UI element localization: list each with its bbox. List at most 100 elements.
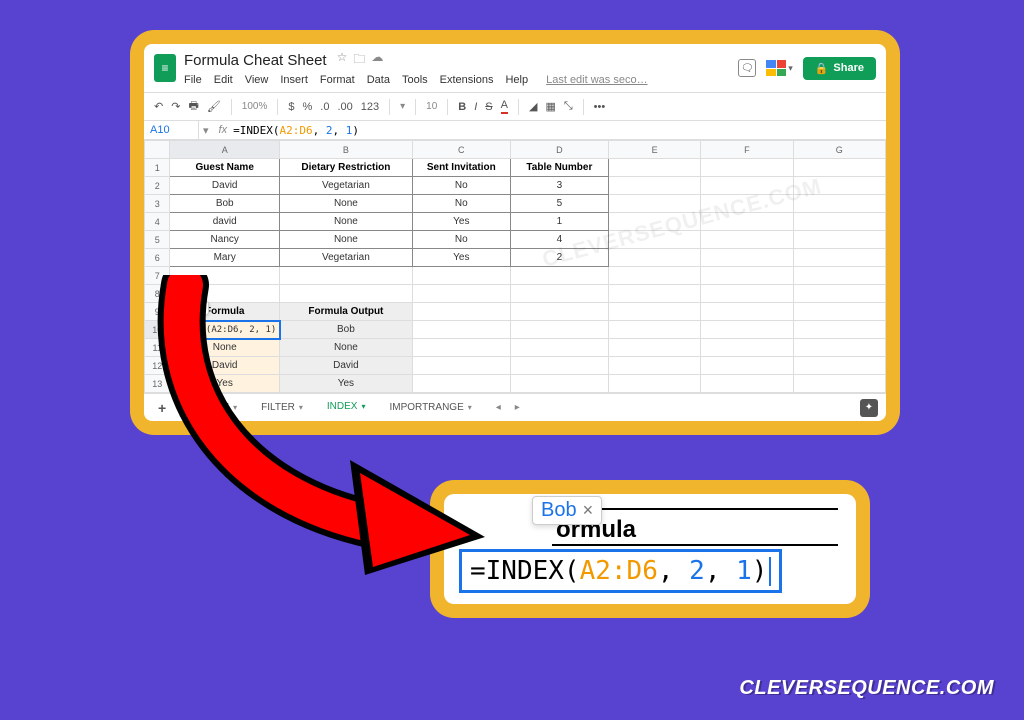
- cell[interactable]: No: [412, 195, 510, 213]
- cell[interactable]: Guest Name: [170, 159, 280, 177]
- cell[interactable]: David: [170, 177, 280, 195]
- cell[interactable]: Formula Output: [280, 303, 413, 321]
- format-currency[interactable]: $: [288, 101, 294, 113]
- col-header-B[interactable]: B: [280, 141, 413, 159]
- paint-format-icon[interactable]: 🖌: [207, 100, 221, 113]
- row-header[interactable]: 12: [145, 357, 170, 375]
- menu-format[interactable]: Format: [320, 74, 355, 86]
- last-edit-label[interactable]: Last edit was seco…: [546, 74, 648, 86]
- cell[interactable]: None: [280, 339, 413, 357]
- cell[interactable]: Sent Invitation: [412, 159, 510, 177]
- row-header[interactable]: 7: [145, 267, 170, 285]
- sheet-tab-index[interactable]: INDEX▾: [317, 398, 376, 417]
- row-header[interactable]: 1: [145, 159, 170, 177]
- share-button[interactable]: 🔒 Share: [803, 57, 876, 80]
- zoom-dropdown[interactable]: 100%: [242, 101, 268, 112]
- cell[interactable]: No: [412, 177, 510, 195]
- zoom-formula-cell[interactable]: =INDEX(A2:D6, 2, 1): [462, 552, 779, 590]
- cloud-icon[interactable]: ☁: [371, 50, 383, 71]
- star-icon[interactable]: ☆: [337, 50, 348, 71]
- row-header[interactable]: 9: [145, 303, 170, 321]
- cell[interactable]: 4: [510, 231, 608, 249]
- redo-icon[interactable]: ↷: [171, 100, 180, 113]
- cell[interactable]: Nancy: [170, 231, 280, 249]
- menu-data[interactable]: Data: [367, 74, 390, 86]
- text-color-button[interactable]: A: [501, 99, 508, 114]
- bold-button[interactable]: B: [458, 101, 466, 113]
- sheet-tab-filter[interactable]: FILTER▾: [251, 399, 313, 416]
- col-header-G[interactable]: G: [793, 141, 885, 159]
- cell[interactable]: Table Number: [510, 159, 608, 177]
- cell[interactable]: David: [280, 357, 413, 375]
- sheet-tab-importrange[interactable]: IMPORTRANGE▾: [379, 399, 481, 416]
- menu-help[interactable]: Help: [505, 74, 528, 86]
- row-header[interactable]: 3: [145, 195, 170, 213]
- cell[interactable]: No: [412, 231, 510, 249]
- col-header-E[interactable]: E: [608, 141, 700, 159]
- row-header[interactable]: 5: [145, 231, 170, 249]
- menu-edit[interactable]: Edit: [214, 74, 233, 86]
- cell[interactable]: 5: [510, 195, 608, 213]
- meet-button[interactable]: ▾: [766, 60, 793, 76]
- borders-icon[interactable]: ▦: [545, 100, 555, 113]
- cell[interactable]: None: [170, 339, 280, 357]
- format-123[interactable]: 123: [361, 101, 379, 113]
- spreadsheet-grid[interactable]: A B C D E F G 1 Guest Name Dietary Restr…: [144, 140, 886, 393]
- cell[interactable]: Yes: [412, 249, 510, 267]
- fill-color-icon[interactable]: ◢: [529, 100, 537, 113]
- col-header-F[interactable]: F: [701, 141, 793, 159]
- cell[interactable]: 2: [510, 249, 608, 267]
- cell[interactable]: Yes: [280, 375, 413, 393]
- all-sheets-button[interactable]: ≡: [176, 400, 192, 416]
- merge-icon[interactable]: ⤡: [564, 100, 573, 113]
- row-header[interactable]: 10: [145, 321, 170, 339]
- cell[interactable]: Vegetarian: [280, 177, 413, 195]
- namebox-caret[interactable]: ▾: [199, 124, 213, 137]
- close-icon[interactable]: ×: [199, 303, 204, 313]
- font-dropdown[interactable]: ▾: [400, 101, 405, 112]
- formula-bar[interactable]: =INDEX( A2:D6 , 2, 1): [233, 124, 359, 137]
- print-icon[interactable]: 🖶: [188, 97, 198, 116]
- menu-view[interactable]: View: [245, 74, 269, 86]
- col-header-C[interactable]: C: [412, 141, 510, 159]
- cell[interactable]: Yes: [412, 213, 510, 231]
- italic-button[interactable]: I: [474, 101, 477, 113]
- cell[interactable]: David: [170, 357, 280, 375]
- close-icon[interactable]: ×: [583, 500, 594, 520]
- row-header[interactable]: 4: [145, 213, 170, 231]
- inc-decimal[interactable]: .00: [337, 101, 352, 113]
- cell[interactable]: 3: [510, 177, 608, 195]
- row-header[interactable]: 11: [145, 339, 170, 357]
- doc-title[interactable]: Formula Cheat Sheet: [184, 52, 327, 69]
- cell[interactable]: Bob: [280, 321, 413, 339]
- row-header[interactable]: 6: [145, 249, 170, 267]
- cell[interactable]: None: [280, 231, 413, 249]
- cell[interactable]: Vegetarian: [280, 249, 413, 267]
- cell[interactable]: david: [170, 213, 280, 231]
- name-box[interactable]: A10: [144, 121, 199, 139]
- cell[interactable]: None: [280, 195, 413, 213]
- sheet-tab-join[interactable]: JOIN▾: [196, 399, 247, 416]
- menu-insert[interactable]: Insert: [280, 74, 308, 86]
- font-size[interactable]: 10: [426, 101, 437, 112]
- dec-decimal[interactable]: .0: [320, 101, 329, 113]
- row-header[interactable]: 8: [145, 285, 170, 303]
- cell[interactable]: None: [280, 213, 413, 231]
- strike-button[interactable]: S: [485, 101, 492, 113]
- cell[interactable]: 1: [510, 213, 608, 231]
- row-header[interactable]: 13: [145, 375, 170, 393]
- cell[interactable]: Mary: [170, 249, 280, 267]
- format-percent[interactable]: %: [303, 101, 313, 113]
- cell[interactable]: Bob: [170, 195, 280, 213]
- menu-file[interactable]: File: [184, 74, 202, 86]
- row-header[interactable]: 2: [145, 177, 170, 195]
- toolbar-more[interactable]: •••: [594, 101, 606, 113]
- move-icon[interactable]: 🗀: [353, 50, 365, 71]
- menu-extensions[interactable]: Extensions: [440, 74, 494, 86]
- menu-tools[interactable]: Tools: [402, 74, 428, 86]
- explore-button[interactable]: ✦: [860, 399, 878, 417]
- active-cell-A10[interactable]: Bob× =INDEX(A2:D6, 2, 1): [170, 321, 280, 339]
- add-sheet-button[interactable]: +: [152, 400, 172, 416]
- col-header-A[interactable]: A: [170, 141, 280, 159]
- col-header-D[interactable]: D: [510, 141, 608, 159]
